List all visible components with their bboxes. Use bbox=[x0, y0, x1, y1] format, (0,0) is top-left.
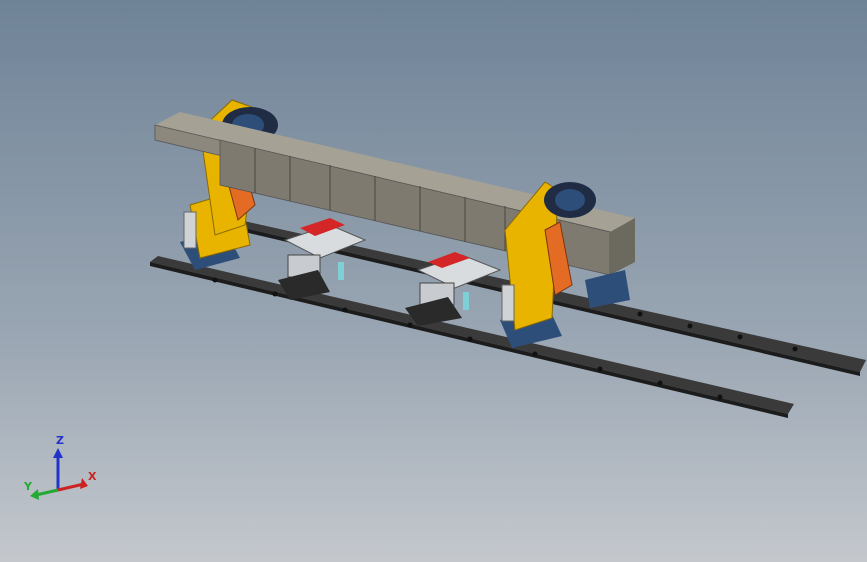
z-axis-label: Z bbox=[56, 434, 64, 447]
model-view[interactable] bbox=[0, 0, 867, 562]
axis-triad[interactable]: Z X Y bbox=[18, 434, 108, 510]
y-axis-label: Y bbox=[24, 480, 32, 493]
cad-viewport[interactable]: Z X Y bbox=[0, 0, 867, 562]
carriage-left bbox=[278, 218, 367, 300]
x-axis-label: X bbox=[88, 470, 97, 483]
